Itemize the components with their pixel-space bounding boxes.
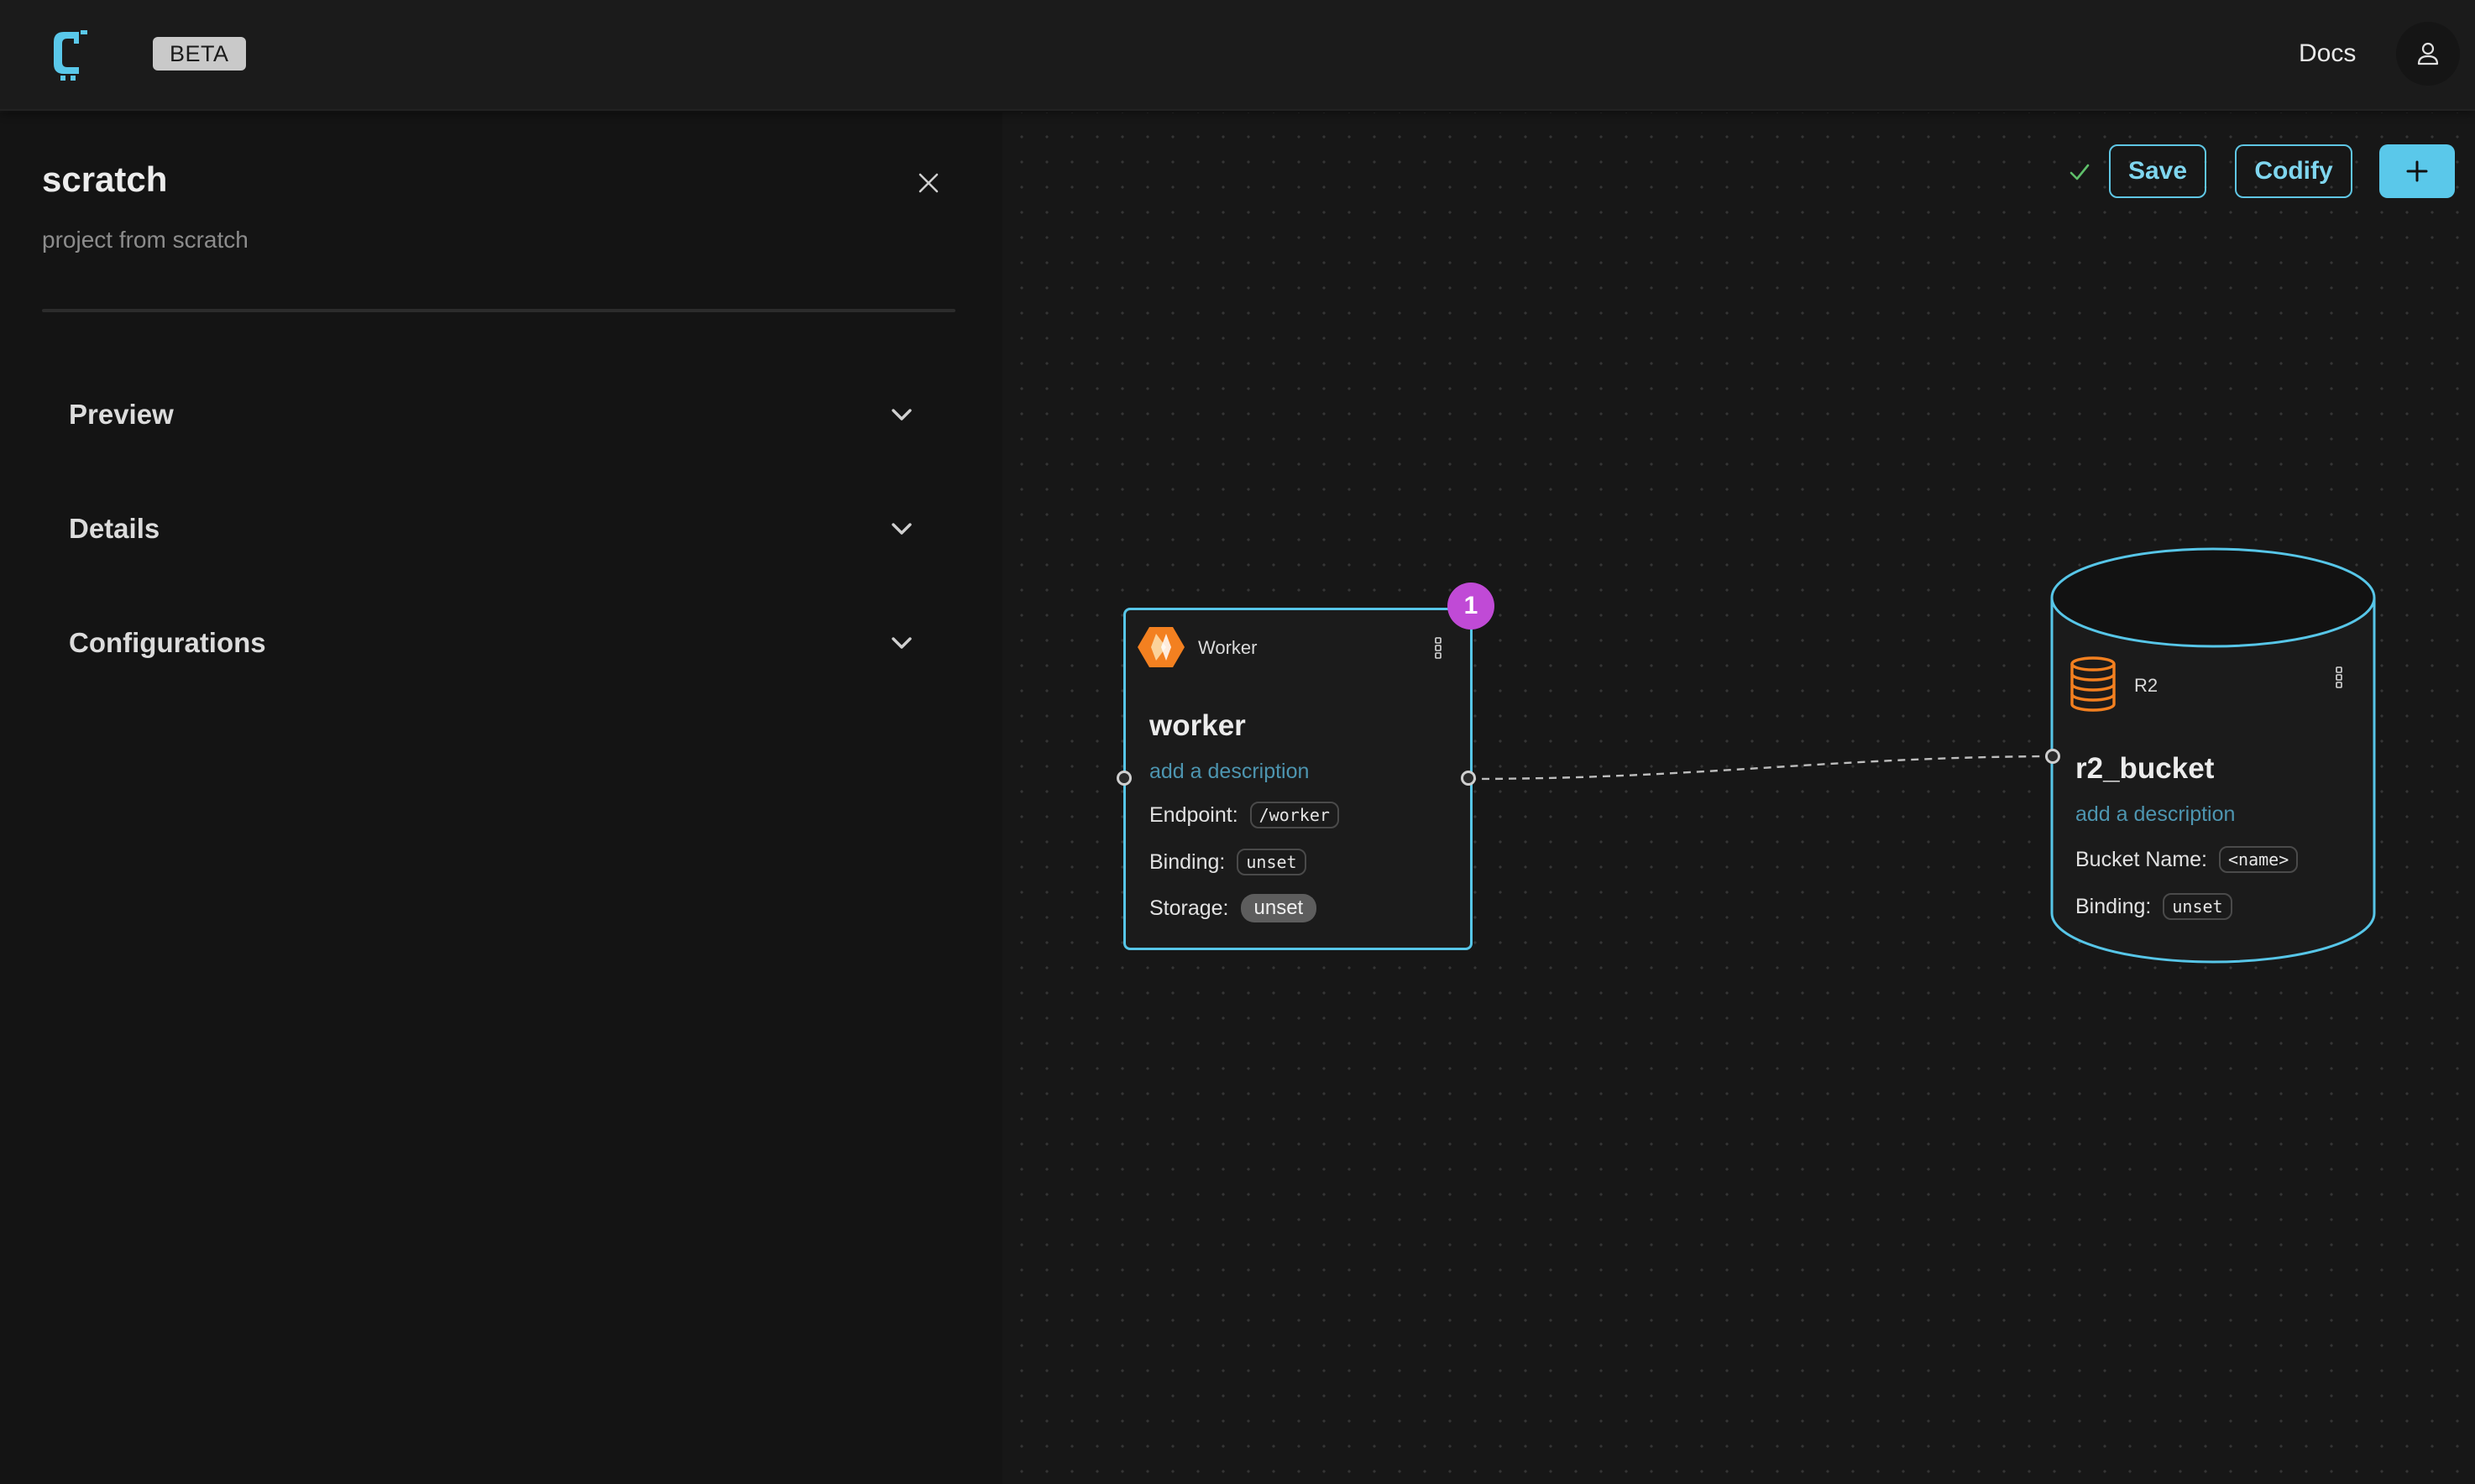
binding-label: Binding: <box>1149 849 1226 874</box>
binding-row: Binding: unset <box>1149 849 1306 875</box>
database-icon <box>2070 656 2116 712</box>
node-name[interactable]: worker <box>1149 709 1246 743</box>
endpoint-value[interactable]: /worker <box>1249 802 1339 828</box>
binding-value[interactable]: unset <box>1237 849 1306 875</box>
storage-row: Storage: unset <box>1149 894 1317 922</box>
bucket-name-row: Bucket Name: <name> <box>2075 846 2299 873</box>
top-bar: BETA Docs <box>0 0 2475 111</box>
endpoint-label: Endpoint: <box>1149 802 1238 827</box>
chevron-down-icon <box>892 409 912 421</box>
node-type-label: Worker <box>1198 637 1258 658</box>
kebab-menu-icon[interactable] <box>1433 637 1443 659</box>
endpoint-row: Endpoint: /worker <box>1149 802 1339 828</box>
chevron-down-icon <box>892 637 912 649</box>
binding-label: Binding: <box>2075 894 2152 918</box>
project-subtitle: project from scratch <box>42 227 249 253</box>
save-button[interactable]: Save <box>2109 144 2206 198</box>
r2-input-handle[interactable] <box>2045 749 2060 764</box>
accordion-details[interactable]: Details <box>42 494 940 564</box>
add-node-button[interactable] <box>2379 144 2455 198</box>
worker-output-handle[interactable] <box>1461 771 1476 786</box>
node-name[interactable]: r2_bucket <box>2075 752 2214 786</box>
project-title: scratch <box>42 159 168 199</box>
description-input[interactable]: add a description <box>1149 760 1309 784</box>
binding-row: Binding: unset <box>2075 893 2232 920</box>
user-icon <box>2417 42 2439 65</box>
kebab-menu-icon[interactable] <box>2334 666 2344 688</box>
accordion-label: Details <box>69 513 160 544</box>
check-icon <box>2069 164 2090 180</box>
bucket-name-label: Bucket Name: <box>2075 847 2208 871</box>
bucket-name-value[interactable]: <name> <box>2219 846 2299 873</box>
description-input[interactable]: add a description <box>2075 802 2235 827</box>
notification-badge: 1 <box>1447 583 1494 630</box>
accordion-label: Configurations <box>69 627 266 658</box>
worker-input-handle[interactable] <box>1117 771 1132 786</box>
r2-node[interactable]: R2 r2_bucket add a description Bucket Na… <box>2049 546 2378 967</box>
c-logo-icon[interactable] <box>47 25 94 82</box>
user-menu-button[interactable] <box>2396 22 2460 86</box>
docs-link[interactable]: Docs <box>2299 37 2356 71</box>
worker-node[interactable]: Worker worker add a description Endpoint… <box>1123 608 1473 950</box>
accordion-configurations[interactable]: Configurations <box>42 608 940 678</box>
chevron-down-icon <box>892 523 912 535</box>
accordion-label: Preview <box>69 399 174 430</box>
binding-value[interactable]: unset <box>2163 893 2232 920</box>
worker-icon <box>1138 627 1185 667</box>
node-type-label: R2 <box>2134 675 2158 696</box>
sidebar-divider <box>42 309 955 312</box>
codify-button[interactable]: Codify <box>2235 144 2352 198</box>
project-sidebar: scratch project from scratch Preview Det… <box>0 112 1002 1484</box>
storage-label: Storage: <box>1149 896 1229 920</box>
beta-badge: BETA <box>153 37 246 71</box>
storage-value[interactable]: unset <box>1240 894 1317 922</box>
plus-icon <box>2406 160 2428 182</box>
close-icon[interactable] <box>917 171 940 195</box>
accordion-preview[interactable]: Preview <box>42 379 940 450</box>
